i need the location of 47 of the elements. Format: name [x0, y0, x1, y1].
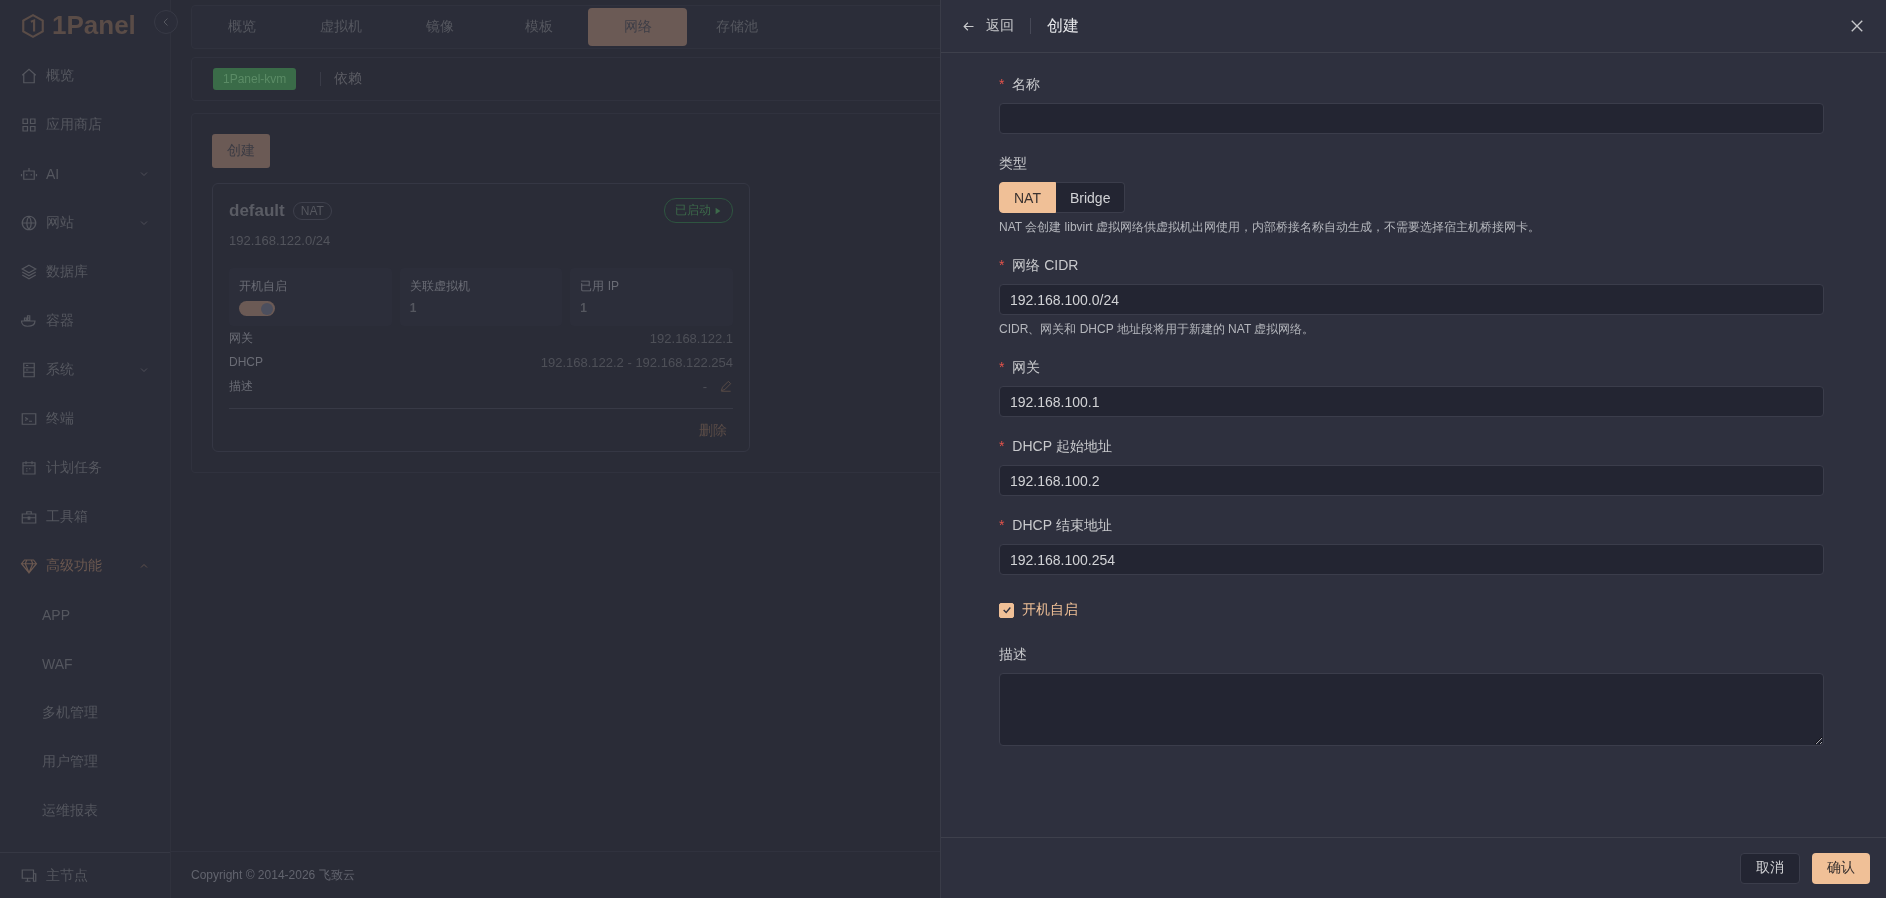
required-mark: * — [999, 257, 1005, 273]
field-label: DHCP 起始地址 — [1012, 438, 1112, 454]
calendar-icon — [20, 458, 38, 477]
detail-label: 描述 — [229, 377, 253, 395]
type-option[interactable]: NAT — [999, 182, 1056, 213]
field-label: 网关 — [1012, 359, 1041, 375]
input-field[interactable]: 192.168.100.1 — [999, 386, 1824, 417]
field-label: 名称 — [1012, 76, 1041, 92]
check-icon — [1001, 605, 1012, 615]
input-field[interactable] — [999, 103, 1824, 134]
input-field[interactable]: 192.168.100.254 — [999, 544, 1824, 575]
autostart-checkbox[interactable]: 开机自启 — [999, 601, 1824, 619]
cancel-button[interactable]: 取消 — [1740, 852, 1800, 884]
hexagon-logo-icon — [20, 12, 46, 39]
input-field[interactable]: 192.168.100.2 — [999, 465, 1824, 496]
confirm-button[interactable]: 确认 — [1812, 852, 1870, 884]
back-button[interactable]: 返回 — [961, 17, 1014, 35]
drawer-title: 创建 — [1047, 15, 1079, 36]
required-mark: * — [999, 76, 1005, 92]
hint-text: CIDR、网关和 DHCP 地址段将用于新建的 NAT 虚拟网络。 — [999, 321, 1316, 338]
sidebar-item[interactable]: 高级功能 — [0, 541, 170, 590]
stat-label: 已用 IP — [580, 278, 620, 295]
diamond-icon — [20, 556, 38, 575]
server-icon — [20, 360, 38, 379]
play-icon — [714, 206, 722, 215]
required-mark: * — [999, 438, 1005, 454]
field-label: 网络 CIDR — [1012, 257, 1079, 273]
pencil-icon[interactable] — [719, 379, 733, 393]
field-label: 类型 — [999, 155, 1027, 171]
detail-value: - — [702, 378, 707, 394]
hint-text: NAT 会创建 libvirt 虚拟网络供虚拟机出网使用，内部桥接名称自动生成，不需要选择宿主机桥接网卡。 — [999, 219, 1541, 236]
type-option[interactable]: Bridge — [1055, 182, 1126, 213]
collapse-button[interactable] — [154, 10, 178, 34]
detail-label: 网关 — [229, 329, 253, 347]
layers-icon — [20, 262, 38, 281]
required-mark: * — [999, 359, 1005, 375]
globe-icon — [20, 213, 38, 232]
input-field[interactable]: 192.168.100.0/24 — [999, 284, 1824, 315]
monitor-icon — [20, 866, 38, 885]
required-mark: * — [999, 517, 1005, 533]
field-label: 描述 — [999, 646, 1027, 662]
toggle-switch[interactable] — [239, 301, 275, 316]
detail-label: DHCP — [229, 355, 263, 369]
field-label: DHCP 结束地址 — [1012, 517, 1112, 533]
description-field[interactable] — [999, 673, 1824, 746]
grid-icon — [20, 115, 38, 134]
home-icon — [20, 66, 38, 85]
